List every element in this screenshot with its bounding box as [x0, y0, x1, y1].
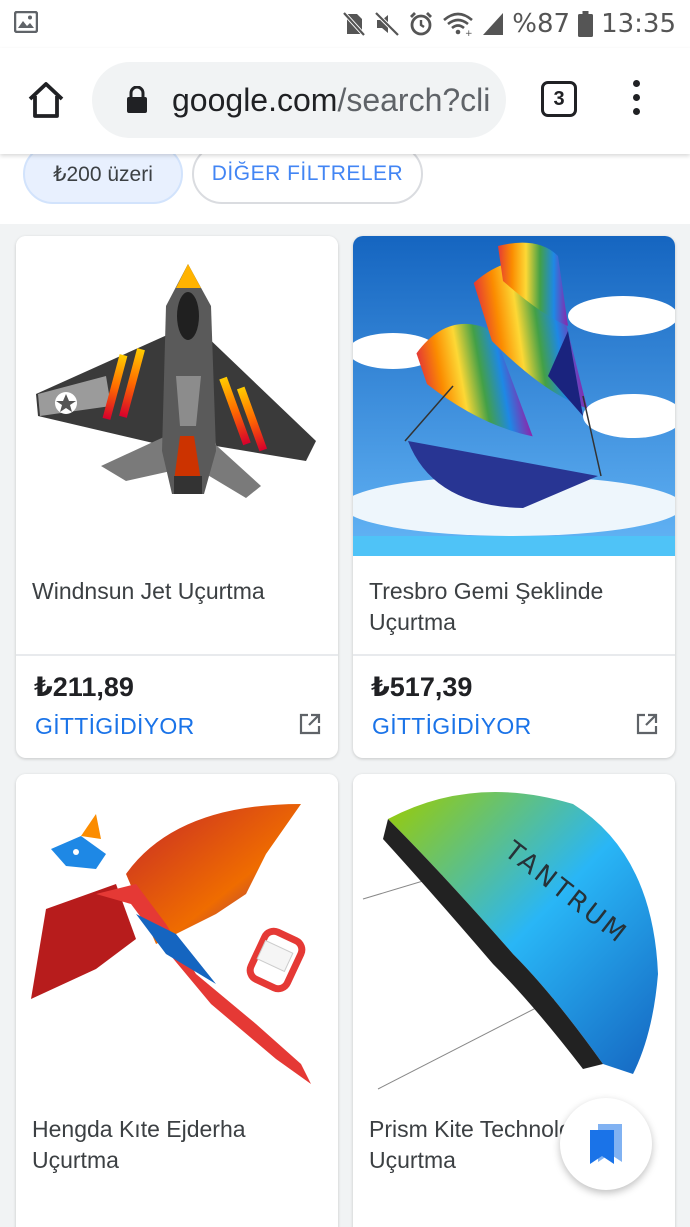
product-image[interactable]: TANTRUM	[353, 774, 675, 1094]
product-card[interactable]: Windnsun Jet Uçurtma ₺211,89 GİTTİGİDİYO…	[16, 236, 338, 758]
external-link-icon[interactable]	[298, 712, 322, 736]
home-icon[interactable]	[24, 78, 68, 122]
lock-icon	[126, 85, 148, 119]
tab-switcher-button[interactable]: 3	[541, 81, 577, 117]
bookmarks-icon	[590, 1124, 622, 1164]
product-image[interactable]	[16, 236, 338, 556]
browser-toolbar: google.com/search?cli 3	[0, 48, 690, 154]
product-title[interactable]: Hengda Kıte Ejderha Uçurtma	[32, 1114, 328, 1176]
results-grid: Windnsun Jet Uçurtma ₺211,89 GİTTİGİDİYO…	[0, 224, 690, 1227]
product-card[interactable]: Tresbro Gemi Şeklinde Uçurtma ₺517,39 Gİ…	[353, 236, 675, 758]
no-sim-icon	[342, 11, 366, 37]
url-path: /search?cli	[337, 82, 491, 118]
external-link-icon[interactable]	[635, 712, 659, 736]
svg-text:+: +	[465, 29, 473, 37]
page-content: ₺200 üzeri DİĞER FİLTRELER Windnsun Jet …	[0, 154, 690, 1227]
divider	[16, 654, 338, 656]
store-name[interactable]: GİTTİGİDİYOR	[372, 713, 532, 740]
more-filters-button[interactable]: DİĞER FİLTRELER	[192, 154, 423, 204]
url-text: google.com/search?cli	[172, 82, 492, 119]
battery-icon	[578, 11, 594, 37]
store-name[interactable]: GİTTİGİDİYOR	[35, 713, 195, 740]
product-card[interactable]: Hengda Kıte Ejderha Uçurtma	[16, 774, 338, 1227]
clock: 13:35	[601, 9, 676, 39]
bookmark-fab[interactable]	[560, 1098, 652, 1190]
battery-percent: %87	[512, 9, 571, 39]
signal-icon	[482, 12, 504, 36]
overflow-menu-icon[interactable]	[626, 80, 646, 120]
product-image[interactable]	[353, 236, 675, 556]
url-domain: google.com	[172, 82, 338, 118]
product-title[interactable]: Windnsun Jet Uçurtma	[32, 576, 328, 607]
wifi-icon: +	[442, 11, 474, 37]
product-title[interactable]: Tresbro Gemi Şeklinde Uçurtma	[369, 576, 665, 638]
product-image[interactable]	[16, 774, 338, 1094]
product-price: ₺517,39	[371, 672, 473, 702]
address-bar[interactable]: google.com/search?cli	[92, 62, 506, 138]
alarm-icon	[408, 11, 434, 37]
status-bar: + %87 13:35	[0, 0, 690, 48]
product-price: ₺211,89	[34, 672, 134, 702]
gallery-icon	[13, 10, 39, 37]
mute-icon	[374, 11, 400, 37]
divider	[353, 654, 675, 656]
price-filter-chip[interactable]: ₺200 üzeri	[23, 154, 183, 204]
